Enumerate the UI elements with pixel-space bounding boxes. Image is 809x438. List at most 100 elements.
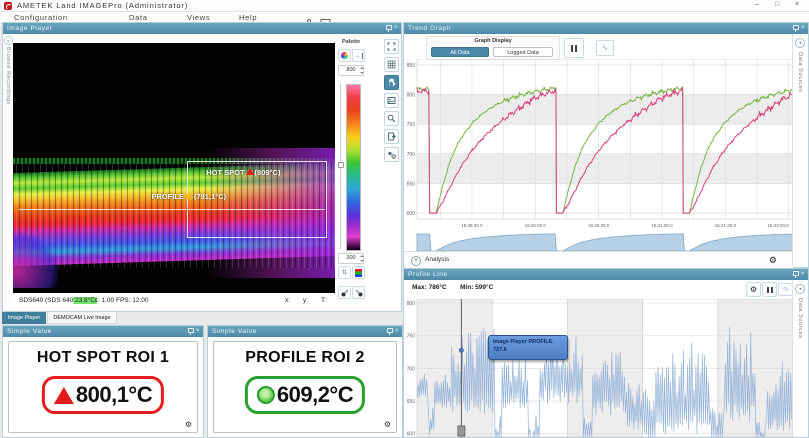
pick-low-color-button[interactable] [338,286,351,299]
spinner-arrows-icon[interactable] [360,67,364,74]
thermal-image[interactable]: HOT SPOT (809°C) PROFILE (791,1°C) [13,43,335,293]
palette-slider-track[interactable] [340,84,341,249]
title-bar: AMETEK Land IMAGEPro (Administrator) – □… [0,0,809,12]
thermal-corner-blob [13,233,58,288]
menu-data[interactable]: Data [129,13,148,22]
browse-recordings-tab[interactable]: Browse Recordings [5,47,11,105]
profile-settings-button[interactable]: ⚙ [746,282,761,297]
menu-views[interactable]: Views [187,13,210,22]
auto-scale-button[interactable]: → [352,49,365,62]
pick-high-color-button[interactable] [352,286,365,299]
fps-value: FPS: 12.00 [116,297,149,304]
emissivity-value: ε: 1.00 [95,297,114,304]
hot-spot-text: HOT SPOT [206,168,244,177]
fit-to-window-button[interactable] [384,39,399,54]
roi-marker-settings-button[interactable] [384,147,399,162]
profile-line-panel: Profile Line × Max: 786°C Min: 599°C ⚙ ∿… [403,268,809,438]
roi-2-value-pill: 609,2°C [245,376,365,414]
profile-line-header[interactable]: Profile Line × [404,269,808,280]
maximize-button[interactable]: □ [769,0,785,10]
smoothing-button[interactable]: ∿ [596,40,614,56]
cursor-t-label: T: [321,297,326,304]
profile-overlay-label: PROFILE (791,1°C) [151,192,226,201]
rgb-palette-button[interactable] [352,266,365,279]
simple-value-2-header[interactable]: Simple Value × [208,326,402,337]
pin-icon[interactable] [793,271,798,278]
all-data-button[interactable]: All Data [431,47,489,57]
display-icon[interactable] [320,14,331,22]
window-title: AMETEK Land IMAGEPro (Administrator) [17,1,188,10]
palette-gradient-bar[interactable] [346,84,361,251]
pin-icon[interactable] [386,25,391,32]
palette-max-spinner[interactable]: 800 [338,65,364,76]
menu-configuration[interactable]: Configuration [14,13,68,22]
expand-analysis-icon[interactable]: + [411,256,421,266]
grid-view-button[interactable] [384,57,399,72]
tab-image-player[interactable]: Image Player [2,312,46,324]
app-logo-icon [4,2,12,10]
pause-button[interactable] [564,38,584,58]
profile-min-label: Min: 599°C [460,284,493,291]
snapshot-image-button[interactable] [384,93,399,108]
minimize-button[interactable]: – [749,0,765,10]
document-tab-strip: Image Player DEMOCAM Live Image [2,312,402,324]
svg-text:600: 600 [407,432,416,437]
image-player-panel: Image Player × ▸ Browse Recordings HOT S… [2,22,402,312]
alarm-triangle-icon [54,387,74,404]
profile-text: PROFILE [151,192,184,201]
image-player-title: Image Player [7,25,53,32]
svg-text:650: 650 [407,181,416,187]
status-ok-circle-icon [257,386,275,404]
profile-line-title: Profile Line [408,271,448,278]
profile-chart[interactable]: 800750700650600 [405,299,795,437]
close-panel-icon[interactable]: × [394,25,398,32]
image-player-header[interactable]: Image Player × [3,23,401,34]
gear-icon[interactable]: ⚙ [769,255,777,265]
browse-expand-icon[interactable]: ▸ [4,36,13,45]
profile-temp: (791,1°C) [194,192,226,201]
svg-text:700: 700 [407,366,416,372]
analysis-row: + Analysis ⚙ [405,251,793,268]
palette-select-button[interactable] [338,49,351,62]
close-panel-icon[interactable]: × [801,271,805,278]
profile-roi-line[interactable] [19,209,325,210]
expand-data-sources-icon[interactable]: ◂ [795,284,805,294]
invert-palette-button[interactable]: ⇅ [338,266,351,279]
simple-value-1-title: Simple Value [7,328,52,335]
pin-icon[interactable] [387,328,392,335]
simple-value-1-header[interactable]: Simple Value × [3,326,203,337]
export-data-button[interactable] [384,129,399,144]
palette-min-spinner[interactable]: 300 [338,253,364,264]
close-panel-icon[interactable]: × [395,328,399,335]
trend-graph-header[interactable]: Trend Graph × [404,23,808,34]
gear-icon[interactable]: ⚙ [185,421,192,429]
spinner-arrows-icon[interactable] [360,255,364,262]
close-panel-icon[interactable]: × [801,25,805,32]
cursor-x-label: x: [285,297,290,304]
hot-spot-temp: (809°C) [255,168,281,177]
connection-icon[interactable] [301,14,312,22]
data-sources-tab[interactable]: Data Sources [797,52,803,93]
data-sources-tab[interactable]: Data Sources [797,298,803,339]
expand-data-sources-icon[interactable]: ◂ [795,38,805,48]
zoom-region-button[interactable] [384,111,399,126]
close-button[interactable]: × [789,0,805,10]
pin-icon[interactable] [793,25,798,32]
close-panel-icon[interactable]: × [196,328,200,335]
trend-chart[interactable]: 85080075070065060015:39:30.015:40:00.015… [405,59,795,251]
simple-value-panel-2: Simple Value × PROFILE ROI 2 609,2°C ⚙ [207,325,403,438]
tab-democam-live-image[interactable]: DEMOCAM Live Image [47,312,117,324]
profile-pause-button[interactable] [762,282,777,297]
trend-graph-panel: Trend Graph × Graph Display All Data Log… [403,22,809,268]
wave-icon: ∿ [783,286,789,293]
profile-smoothing-button[interactable]: ∿ [778,283,793,296]
svg-text:15:39:30.0: 15:39:30.0 [461,223,483,228]
profile-max-label: Max: 786°C [412,284,447,291]
menu-help[interactable]: Help [239,13,257,22]
gear-icon[interactable]: ⚙ [384,421,391,429]
logged-data-button[interactable]: Logged Data [493,47,553,57]
pan-hand-button[interactable] [384,75,399,90]
palette-slider-handle[interactable] [338,162,344,168]
svg-text:850: 850 [407,63,416,69]
pin-icon[interactable] [188,328,193,335]
